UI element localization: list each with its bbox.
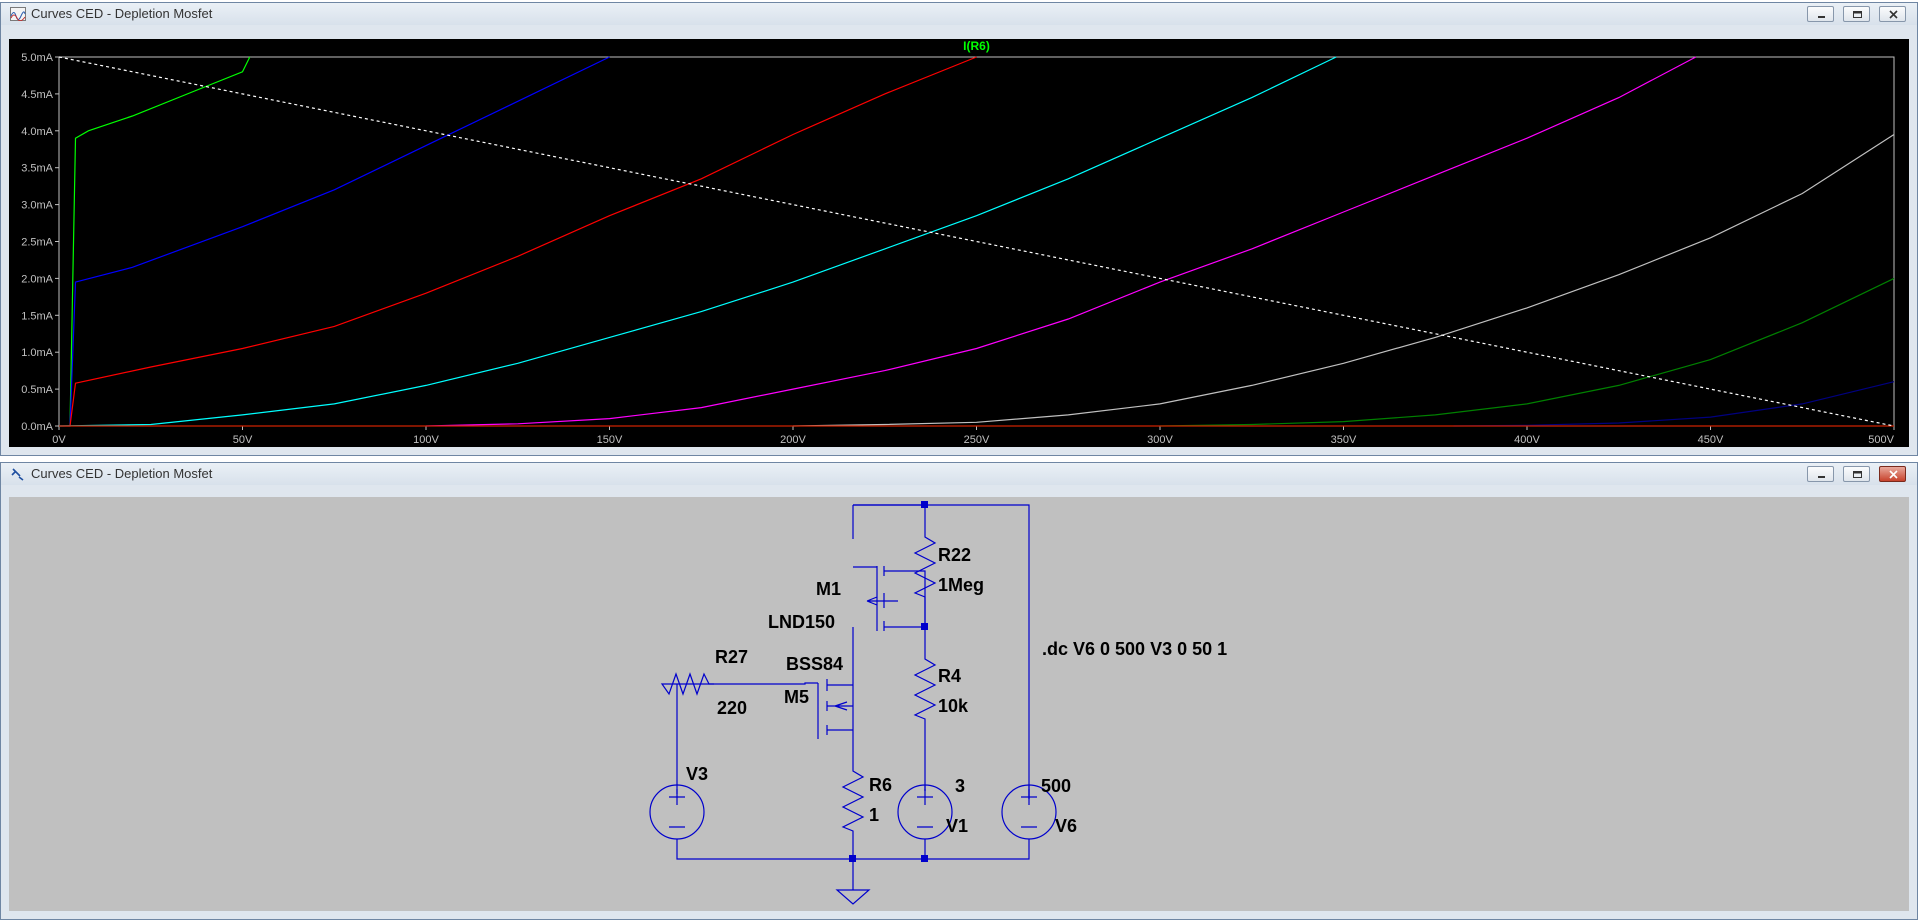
trace-group — [58, 56, 1895, 427]
y-tick-label: 3.0mA — [21, 200, 53, 212]
y-tick-label: 1.0mA — [21, 347, 53, 359]
m1-mosfet-symbol — [866, 566, 926, 631]
r4-name[interactable]: R4 — [938, 666, 961, 686]
x-tick-label: 200V — [780, 434, 806, 446]
m1-model[interactable]: LND150 — [768, 612, 835, 632]
close-button[interactable] — [1879, 466, 1906, 482]
m5-mosfet-symbol — [817, 627, 854, 739]
schematic-window-title: Curves CED - Depletion Mosfet — [31, 466, 213, 481]
schematic-window: Curves CED - Depletion Mosfet R22 1Meg M… — [0, 462, 1918, 920]
maximize-button[interactable] — [1843, 466, 1870, 482]
curve-trace-1 — [59, 56, 251, 427]
curve-trace-4 — [58, 56, 1337, 427]
y-tick-label: 4.0mA — [21, 126, 53, 138]
x-tick-label: 350V — [1331, 434, 1357, 446]
v3-name[interactable]: V3 — [686, 764, 708, 784]
ground-symbol — [835, 889, 871, 905]
schematic-app-icon — [11, 468, 24, 481]
curve-trace-8 — [1453, 381, 1895, 427]
y-tick-label: 2.0mA — [21, 273, 53, 285]
close-icon — [1889, 10, 1898, 19]
waveform-app-icon — [10, 7, 26, 21]
x-tick-label: 100V — [413, 434, 439, 446]
r6-name[interactable]: R6 — [869, 775, 892, 795]
x-tick-label: 300V — [1147, 434, 1173, 446]
y-tick-label: 4.5mA — [21, 89, 53, 101]
close-button[interactable] — [1879, 6, 1906, 22]
v6-name[interactable]: V6 — [1055, 816, 1077, 836]
restore-icon — [1853, 11, 1862, 18]
m5-name[interactable]: M5 — [784, 687, 809, 707]
spice-directive[interactable]: .dc V6 0 500 V3 0 50 1 — [1042, 639, 1227, 659]
restore-icon — [1853, 471, 1862, 478]
m1-name[interactable]: M1 — [816, 579, 841, 599]
x-tick-label: 150V — [597, 434, 623, 446]
waveform-plot[interactable]: I(R6) 0.0mA 0.5mA 1.0mA 1.5mA 2.0mA 2.5mA 3.0m… — [9, 39, 1909, 449]
wire — [761, 682, 818, 685]
r22-name[interactable]: R22 — [938, 545, 971, 565]
y-tick-label: 1.5mA — [21, 310, 53, 322]
y-tick-label: 5.0mA — [21, 52, 53, 64]
r6-value[interactable]: 1 — [869, 805, 879, 825]
x-tick-label: 450V — [1698, 434, 1724, 446]
v6-value[interactable]: 500 — [1041, 776, 1071, 796]
schematic-pane[interactable]: R22 1Meg M1 LND150 R27 220 BSS84 M5 R4 1… — [9, 497, 1909, 911]
x-tick-label: 50V — [233, 434, 253, 446]
y-tick-label: 0.5mA — [21, 384, 53, 396]
x-tick-label: 250V — [964, 434, 990, 446]
trace-label-i-r6[interactable]: I(R6) — [963, 39, 990, 53]
minimize-icon — [1818, 476, 1825, 478]
minimize-button[interactable] — [1807, 466, 1834, 482]
y-tick-label: 0.0mA — [21, 421, 53, 433]
x-axis: 0V 50V 100V 150V 200V 250V 300V 350V 400V 450V 500… — [52, 426, 1895, 446]
y-tick-label: 2.5mA — [21, 237, 53, 249]
plot-pane[interactable]: I(R6) 0.0mA 0.5mA 1.0mA 1.5mA 2.0mA 2.5mA 3.0m… — [9, 39, 1909, 447]
m5-model[interactable]: BSS84 — [786, 654, 843, 674]
minimize-icon — [1818, 16, 1825, 18]
plot-window-titlebar[interactable]: Curves CED - Depletion Mosfet — [1, 3, 1917, 25]
minimize-button[interactable] — [1807, 6, 1834, 22]
y-axis: 0.0mA 0.5mA 1.0mA 1.5mA 2.0mA 2.5mA 3.0mA 3.5mA… — [21, 52, 59, 433]
curve-trace-6 — [792, 133, 1895, 427]
r6-resistor — [841, 739, 865, 859]
x-tick-label: 400V — [1514, 434, 1540, 446]
r4-value[interactable]: 10k — [938, 696, 969, 716]
plot-window-title: Curves CED - Depletion Mosfet — [31, 6, 213, 21]
junction-dots — [849, 501, 928, 862]
plot-window: Curves CED - Depletion Mosfet I(R6) 0.0m… — [0, 2, 1918, 456]
schematic-canvas[interactable]: R22 1Meg M1 LND150 R27 220 BSS84 M5 R4 1… — [9, 497, 1909, 911]
load-line-trace — [58, 56, 1895, 427]
y-tick-label: 3.5mA — [21, 163, 53, 175]
r22-value[interactable]: 1Meg — [938, 575, 984, 595]
curve-trace-5 — [425, 56, 1697, 427]
v1-name[interactable]: V1 — [946, 816, 968, 836]
x-tick-label: 0V — [52, 434, 66, 446]
v1-value[interactable]: 3 — [955, 776, 965, 796]
r4-resistor — [913, 627, 937, 791]
r27-name[interactable]: R27 — [715, 647, 748, 667]
close-icon — [1889, 470, 1898, 479]
x-tick-label: 500V — [1868, 434, 1894, 446]
r22-resistor — [913, 505, 937, 627]
maximize-button[interactable] — [1843, 6, 1870, 22]
r27-value[interactable]: 220 — [717, 698, 747, 718]
curve-trace-3 — [59, 56, 977, 427]
schematic-window-titlebar[interactable]: Curves CED - Depletion Mosfet — [1, 463, 1917, 485]
